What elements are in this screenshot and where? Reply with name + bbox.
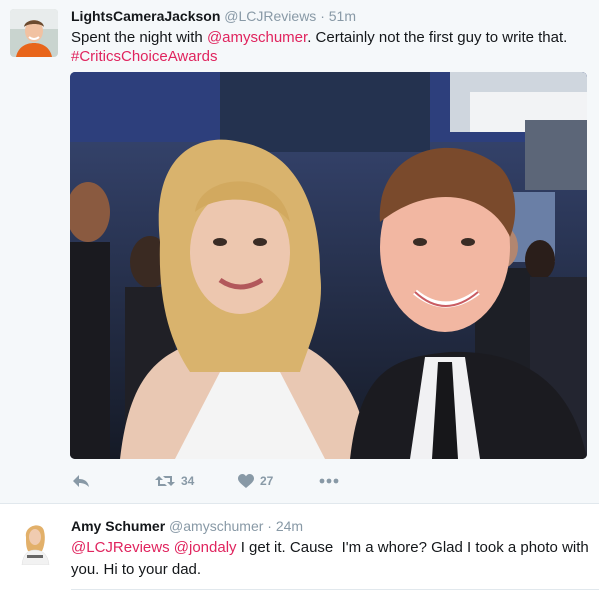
profile-photo-icon	[12, 517, 60, 565]
tweet-text-part: Spent the night with	[71, 29, 207, 46]
reply-timestamp[interactable]: 24m	[276, 518, 303, 534]
tweet-header: LightsCameraJackson @LCJReviews · 51m	[71, 7, 356, 25]
author-name[interactable]: LightsCameraJackson	[71, 8, 220, 24]
main-tweet[interactable]: LightsCameraJackson @LCJReviews · 51m Sp…	[0, 0, 599, 503]
tweet-text-part: . Certainly not the first guy to write t…	[307, 29, 568, 46]
hashtag-link[interactable]: #CriticsChoiceAwards	[71, 48, 217, 65]
avatar[interactable]	[10, 9, 58, 57]
retweet-icon	[155, 476, 175, 486]
more-icon	[319, 478, 339, 484]
divider	[0, 503, 599, 504]
mention-link[interactable]: @jondaly	[174, 539, 237, 556]
heart-icon	[238, 473, 254, 488]
reply-icon	[73, 475, 89, 487]
tweet-photo[interactable]	[70, 72, 587, 459]
author-handle[interactable]: @LCJReviews	[224, 8, 316, 24]
like-count: 27	[260, 474, 274, 488]
tweet-text: Spent the night with @amyschumer. Certai…	[71, 28, 591, 66]
divider	[71, 589, 599, 590]
selfie-photo-icon	[70, 72, 587, 459]
more-button[interactable]	[319, 469, 339, 493]
separator: ·	[320, 8, 325, 24]
profile-photo-icon	[10, 9, 58, 57]
reply-header: Amy Schumer @amyschumer · 24m	[71, 517, 303, 535]
retweet-button[interactable]: 34	[155, 469, 194, 493]
tweet-actions: 34 27	[70, 469, 470, 493]
reply-author-handle[interactable]: @amyschumer	[169, 518, 263, 534]
separator: ·	[267, 518, 272, 534]
retweet-count: 34	[181, 474, 195, 488]
reply-author-name[interactable]: Amy Schumer	[71, 518, 165, 534]
reply-text: @LCJReviews @jondaly I get it. Cause I'm…	[71, 537, 591, 581]
mention-link[interactable]: @LCJReviews	[71, 539, 170, 556]
timestamp[interactable]: 51m	[329, 8, 356, 24]
like-button[interactable]: 27	[238, 469, 273, 493]
reply-button[interactable]	[72, 469, 90, 493]
mention-link[interactable]: @amyschumer	[207, 29, 307, 46]
reply-avatar[interactable]	[12, 517, 60, 565]
